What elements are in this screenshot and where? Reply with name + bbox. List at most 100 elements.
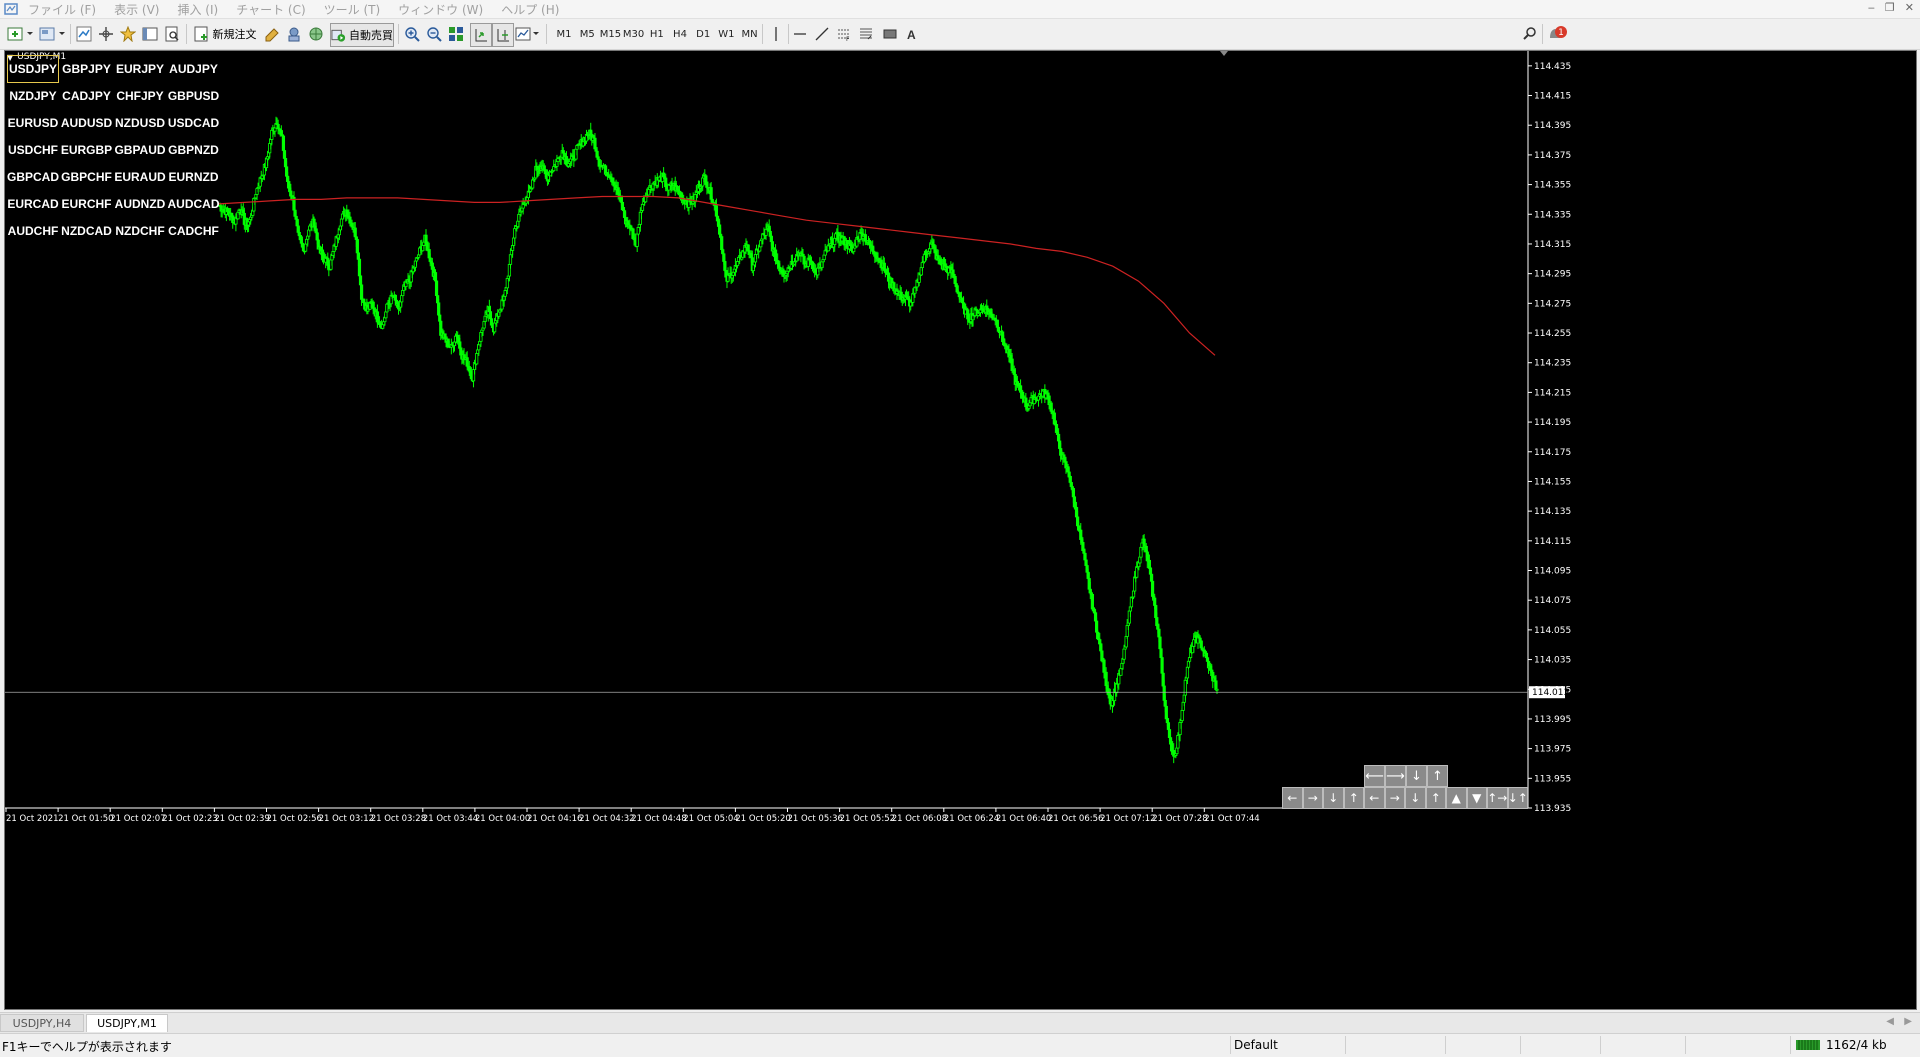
close-icon[interactable]: ✕ (1905, 1, 1914, 14)
cursor-line-icon[interactable] (766, 23, 786, 45)
timeframe-button[interactable]: M30 (622, 25, 646, 43)
strategy-tester-icon[interactable] (162, 23, 182, 45)
menu-item[interactable]: 挿入 (I) (177, 1, 218, 18)
nav-arrow-button[interactable]: ↓↑ (1507, 787, 1528, 809)
symbol-button[interactable]: AUDCAD (168, 190, 220, 218)
zoom-in-icon[interactable] (402, 23, 422, 45)
timeframe-button[interactable]: M1 (552, 25, 576, 43)
menu-item[interactable]: 表示 (V) (114, 1, 159, 18)
timeframe-button[interactable]: D1 (691, 25, 715, 43)
signals-icon[interactable] (284, 23, 304, 45)
auto-scroll-icon[interactable] (470, 23, 492, 47)
auto-trading-button[interactable]: 自動売買 (330, 23, 394, 47)
nav-arrow-button[interactable]: ↓ (1406, 765, 1427, 787)
connection-status[interactable]: 1162/4 kb (1796, 1038, 1887, 1052)
symbol-button[interactable]: USDCAD (168, 109, 220, 137)
tab-usdjpy-h4[interactable]: USDJPY,H4 (0, 1014, 84, 1032)
symbol-button[interactable]: EURGBP (61, 136, 113, 164)
symbol-button[interactable]: CADJPY (61, 82, 113, 110)
horizontal-line-icon[interactable] (790, 23, 810, 45)
new-order-button[interactable]: 新規注文 (192, 23, 258, 45)
symbol-button[interactable]: AUDUSD (61, 109, 113, 137)
chart-shift-icon[interactable] (492, 23, 514, 47)
symbol-button[interactable]: NZDUSD (114, 109, 166, 137)
timeframe-button[interactable]: H4 (668, 25, 692, 43)
symbol-button[interactable]: EURNZD (168, 163, 220, 191)
symbol-button[interactable]: GBPCAD (7, 163, 59, 191)
trendline-icon[interactable] (812, 23, 832, 45)
nav-arrow-button[interactable]: ↑ (1427, 765, 1448, 787)
nav-arrow-button[interactable]: ⟵ (1364, 765, 1385, 787)
tab-scroll-left-icon[interactable]: ◀ (1886, 1016, 1894, 1027)
timeframe-button[interactable]: M15 (598, 25, 622, 43)
zoom-out-icon[interactable] (424, 23, 444, 45)
symbol-button[interactable]: GBPNZD (168, 136, 220, 164)
symbol-button[interactable]: GBPAUD (114, 136, 166, 164)
symbol-button[interactable]: EURUSD (7, 109, 59, 137)
chart-window[interactable]: 114.435 114.415 114.395 114.375 114.355 114.3… (4, 50, 1917, 1010)
market-watch-icon[interactable] (74, 23, 94, 45)
menu-item[interactable]: ヘルプ (H) (501, 1, 559, 18)
terminal-icon[interactable] (140, 23, 160, 45)
rectangle-icon[interactable] (880, 23, 900, 45)
nav-arrow-button[interactable]: → (1384, 787, 1405, 809)
symbol-button[interactable]: USDCHF (7, 136, 59, 164)
symbol-button[interactable]: AUDNZD (114, 190, 166, 218)
nav-arrow-button[interactable]: ⟶ (1385, 765, 1406, 787)
metaeditor-icon[interactable] (262, 23, 282, 45)
timeframe-button[interactable]: W1 (714, 25, 738, 43)
notifications-icon[interactable]: 1 (1546, 23, 1568, 45)
text-tool-icon[interactable]: A (902, 23, 922, 45)
symbol-button[interactable]: CHFJPY (114, 82, 166, 110)
time-tick-label: 21 Oct 02:23 (162, 814, 217, 824)
data-window-icon[interactable] (96, 23, 116, 45)
symbol-button[interactable]: AUDCHF (7, 217, 59, 245)
time-tick-label: 21 Oct 07:44 (1204, 814, 1259, 824)
symbol-button[interactable]: CADCHF (168, 217, 220, 245)
symbol-button[interactable]: EURCAD (7, 190, 59, 218)
menu-item[interactable]: ウィンドウ (W) (398, 1, 483, 18)
nav-arrow-button[interactable]: ↑→ (1487, 787, 1508, 809)
symbol-button[interactable]: NZDCHF (114, 217, 166, 245)
market-icon[interactable] (306, 23, 326, 45)
new-chart-button[interactable] (6, 23, 36, 45)
price-chart[interactable]: 114.435 114.415 114.395 114.375 114.355 114.3… (5, 51, 1916, 1009)
symbol-button[interactable]: USDJPY (7, 55, 59, 83)
nav-arrow-button[interactable]: ↓ (1323, 787, 1344, 809)
nav-arrow-button[interactable]: → (1302, 787, 1323, 809)
timeframe-button[interactable]: H1 (645, 25, 669, 43)
navigator-icon[interactable] (118, 23, 138, 45)
symbol-button[interactable]: AUDJPY (168, 55, 220, 83)
symbol-button[interactable]: NZDJPY (7, 82, 59, 110)
search-icon[interactable] (1520, 23, 1540, 45)
symbol-button[interactable]: GBPJPY (61, 55, 113, 83)
nav-arrow-button[interactable]: ↓ (1405, 787, 1426, 809)
minimize-icon[interactable]: ‒ (1868, 1, 1875, 14)
indicators-button[interactable] (514, 23, 542, 45)
nav-arrow-button[interactable]: ▲ (1446, 787, 1467, 809)
tile-windows-icon[interactable] (446, 23, 466, 45)
restore-icon[interactable]: ❐ (1885, 1, 1895, 14)
nav-arrow-button[interactable]: ↑ (1343, 787, 1364, 809)
chart-shift-marker-icon[interactable] (1220, 51, 1228, 56)
fibonacci-icon[interactable] (856, 23, 876, 45)
timeframe-button[interactable]: MN (738, 25, 762, 43)
tab-scroll-right-icon[interactable]: ▶ (1904, 1016, 1912, 1027)
menu-item[interactable]: チャート (C) (236, 1, 305, 18)
symbol-button[interactable]: EURCHF (61, 190, 113, 218)
nav-arrow-button[interactable]: ▼ (1466, 787, 1487, 809)
symbol-button[interactable]: EURJPY (114, 55, 166, 83)
timeframe-button[interactable]: M5 (575, 25, 599, 43)
symbol-button[interactable]: EURAUD (114, 163, 166, 191)
menu-item[interactable]: ファイル (F) (28, 1, 96, 18)
profiles-button[interactable] (38, 23, 68, 45)
nav-arrow-button[interactable]: ↑ (1425, 787, 1446, 809)
menu-item[interactable]: ツール (T) (324, 1, 381, 18)
symbol-button[interactable]: NZDCAD (61, 217, 113, 245)
nav-arrow-button[interactable]: ← (1364, 787, 1385, 809)
symbol-button[interactable]: GBPCHF (61, 163, 113, 191)
channel-icon[interactable]: F (834, 23, 854, 45)
symbol-button[interactable]: GBPUSD (168, 82, 220, 110)
nav-arrow-button[interactable]: ← (1282, 787, 1303, 809)
tab-usdjpy-m1[interactable]: USDJPY,M1 (86, 1014, 168, 1032)
